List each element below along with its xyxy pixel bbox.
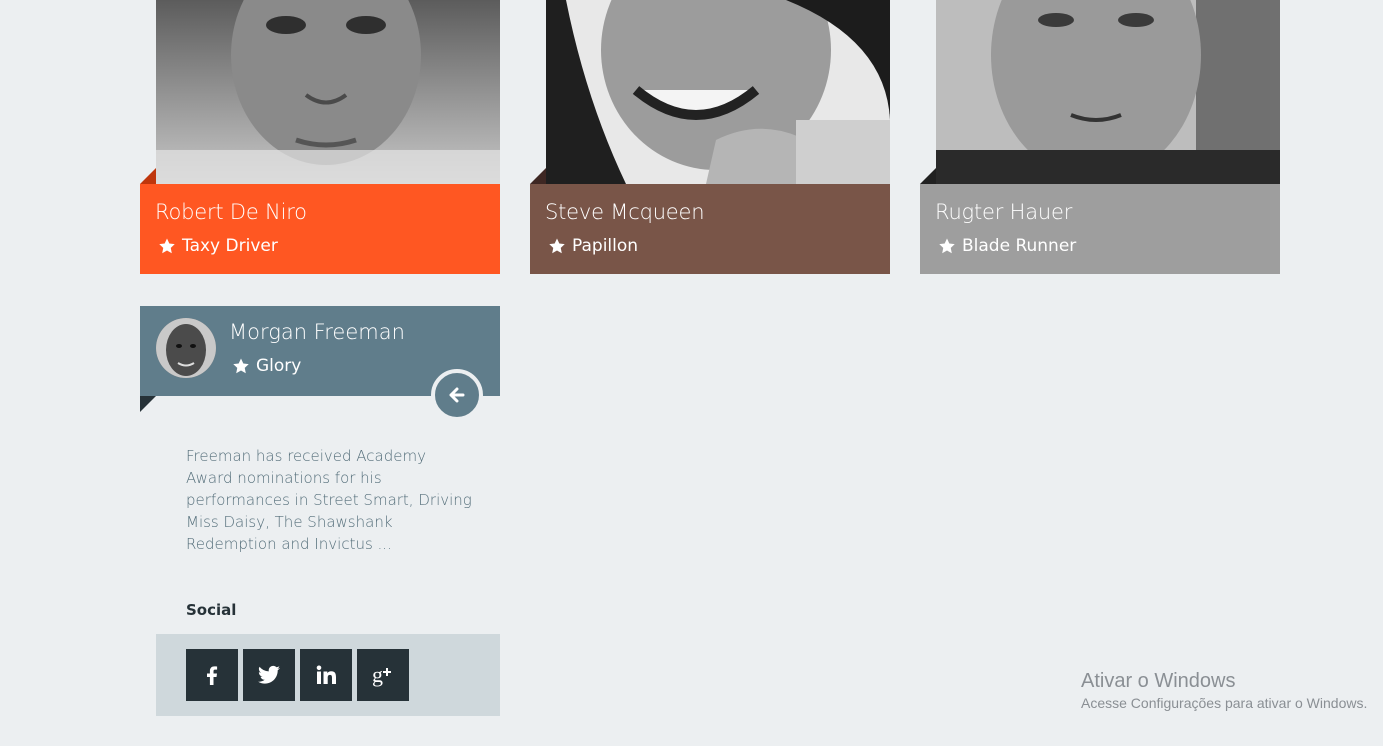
portrait-photo — [936, 0, 1280, 184]
movie-title: Blade Runner — [962, 236, 1077, 256]
card-header: Steve Mcqueen Papillon — [530, 184, 890, 274]
social-heading: Social — [186, 601, 237, 619]
card-steve-mcqueen[interactable]: Steve Mcqueen Papillon — [530, 0, 890, 274]
movie-title: Papillon — [572, 236, 639, 256]
linkedin-button[interactable] — [300, 649, 352, 701]
card-robert-de-niro[interactable]: Robert De Niro Taxy Driver — [140, 0, 500, 274]
actor-name: Steve Mcqueen — [545, 200, 705, 224]
star-icon — [159, 238, 175, 254]
star-icon — [939, 238, 955, 254]
movie-line: Glory — [232, 356, 301, 376]
arrow-left-icon — [449, 387, 465, 403]
twitter-button[interactable] — [243, 649, 295, 701]
bio-text: Freeman has received Academy Award nomin… — [186, 447, 472, 553]
facebook-icon — [207, 666, 218, 685]
card-header: Rugter Hauer Blade Runner — [920, 184, 1280, 274]
back-button[interactable] — [431, 369, 483, 421]
svg-text:g: g — [372, 662, 383, 687]
corner-fold — [140, 396, 156, 412]
card-morgan-freeman-expanded: Morgan Freeman Glory Freeman has receive… — [140, 306, 500, 716]
corner-fold — [920, 168, 936, 184]
portrait-photo — [156, 0, 500, 184]
movie-title: Glory — [256, 356, 302, 376]
actor-name: Robert De Niro — [155, 200, 307, 224]
twitter-icon — [258, 665, 280, 684]
social-bar: g — [156, 634, 500, 716]
linkedin-icon — [316, 665, 336, 684]
avatar — [156, 318, 216, 378]
portrait-photo — [546, 0, 890, 184]
star-icon — [233, 358, 249, 374]
movie-title: Taxy Driver — [182, 236, 278, 256]
watermark-subtitle: Acesse Configurações para ativar o Windo… — [1081, 695, 1368, 711]
actor-name: Morgan Freeman — [229, 320, 405, 344]
google-plus-icon: g — [372, 662, 391, 687]
watermark-title: Ativar o Windows — [1081, 670, 1236, 692]
windows-activation-watermark: Ativar o Windows Acesse Configurações pa… — [1081, 670, 1367, 711]
card-rugter-hauer[interactable]: Rugter Hauer Blade Runner — [920, 0, 1280, 274]
actor-name: Rugter Hauer — [935, 200, 1073, 224]
movie-line: Taxy Driver — [158, 236, 278, 256]
google-plus-button[interactable]: g — [357, 649, 409, 701]
facebook-button[interactable] — [186, 649, 238, 701]
star-icon — [549, 238, 565, 254]
movie-line: Papillon — [548, 236, 638, 256]
corner-fold — [530, 168, 546, 184]
card-header: Robert De Niro Taxy Driver — [140, 184, 500, 274]
corner-fold — [140, 168, 156, 184]
movie-line: Blade Runner — [938, 236, 1076, 256]
